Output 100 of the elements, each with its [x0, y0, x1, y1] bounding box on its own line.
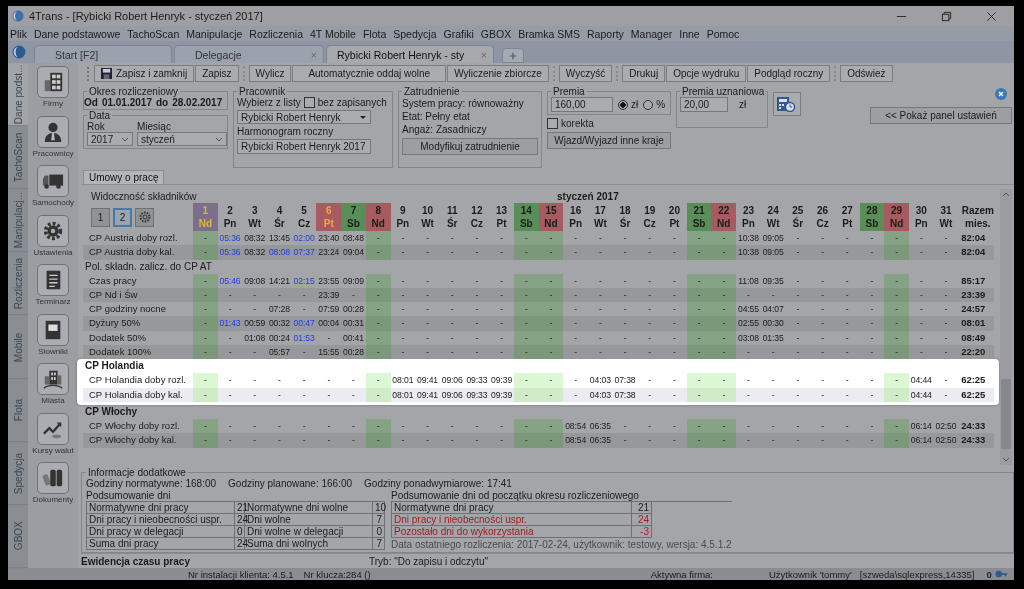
chevron-down-icon[interactable] — [1002, 457, 1010, 462]
sidebar-button[interactable]: Samochody — [29, 165, 77, 215]
field-label: Harmonogram roczny — [237, 126, 335, 137]
table-cell: 09:04 — [341, 245, 366, 260]
employee-dropdown[interactable]: Rybicki Robert Henryk — [237, 110, 371, 124]
show-settings-button[interactable]: << Pokaż panel ustawień — [870, 107, 1012, 124]
table-cell: - — [193, 302, 218, 317]
year-dropdown[interactable]: 2017 — [87, 132, 133, 146]
table-cell: 24:33 — [958, 433, 995, 448]
menu-item[interactable]: 4T Mobile — [310, 27, 356, 40]
table-cell: Dni pracy w delegacji — [87, 526, 235, 538]
menu-item[interactable]: Manipulacje — [186, 27, 243, 40]
side-tab[interactable]: Dane podst... — [8, 63, 28, 127]
bonus-field[interactable]: 20,00 — [680, 97, 728, 112]
row-label: Czas pracy — [88, 273, 138, 288]
table-cell: - — [538, 273, 564, 288]
schedule-field[interactable]: Rybicki Robert Henryk 2017 — [237, 139, 371, 154]
other-countries-button[interactable]: Wjazd/Wyjazd inne kraje — [547, 132, 671, 149]
toolbar-button[interactable]: Wyczyść — [558, 65, 613, 82]
table-cell: - — [884, 418, 909, 434]
table-cell: - — [365, 345, 391, 360]
toolbar-button[interactable]: Drukuj — [622, 65, 666, 82]
day-header: 9 Pn — [395, 204, 411, 231]
hours-summary: Godziny normatywne: 168:00 — [86, 478, 217, 489]
menu-item[interactable]: Flota — [362, 27, 387, 40]
close-icon[interactable] — [986, 10, 997, 22]
restore-icon[interactable] — [941, 10, 952, 22]
menu-item[interactable]: Pomoc — [706, 27, 740, 40]
table-cell: - — [785, 245, 811, 260]
content-tab[interactable]: Umowy o pracę — [83, 170, 165, 184]
close-icon[interactable] — [995, 88, 1007, 100]
table-cell: - — [810, 316, 835, 331]
menu-item[interactable]: Rozliczenia — [249, 27, 303, 40]
calculator-button[interactable] — [773, 92, 801, 116]
table-cell: - — [316, 433, 342, 448]
table-cell: - — [686, 316, 712, 331]
sidebar-button[interactable]: Słowniki — [29, 313, 77, 363]
menu-item[interactable]: Dane podstawowe — [33, 27, 121, 40]
day-header: 6 Pt — [316, 203, 342, 231]
toolbar-button[interactable]: Opcje wydruku — [666, 65, 747, 82]
toolbar-button[interactable]: Odśwież — [840, 65, 893, 82]
table-cell: - — [834, 345, 860, 360]
checkbox[interactable] — [547, 118, 558, 129]
checkbox[interactable] — [303, 97, 315, 108]
sidebar-button[interactable]: Terminarz — [29, 264, 77, 314]
group-title: Premia — [552, 86, 586, 97]
table-cell: - — [513, 433, 539, 448]
menu-item[interactable]: Manager — [630, 27, 673, 40]
row-label: CP Włochy doby rozl. — [88, 418, 181, 433]
sidebar-button[interactable]: Ustawienia — [29, 214, 77, 264]
status-text: Nr klucza:284 () — [303, 568, 371, 580]
table-cell: - — [267, 433, 292, 448]
document-tab[interactable]: Rybicki Robert Henryk - sty × — [326, 45, 494, 63]
table-cell: - — [193, 373, 218, 388]
settings-button[interactable] — [135, 207, 154, 227]
table-cell: - — [810, 245, 835, 260]
toolbar-button[interactable]: Zapisz — [195, 65, 239, 82]
table-cell: - — [908, 245, 934, 260]
menu-item[interactable]: GBOX — [480, 27, 512, 40]
toolbar-button[interactable]: Wylicz — [248, 65, 292, 82]
chevron-up-icon[interactable] — [1002, 192, 1010, 197]
visibility-button[interactable]: 2 — [113, 207, 132, 227]
toolbar-button[interactable]: Podgląd roczny — [747, 65, 831, 82]
sidebar-button[interactable]: Pracownicy — [29, 115, 77, 165]
scrollbar[interactable] — [1000, 189, 1012, 465]
bonus-field[interactable]: 160,00 — [551, 97, 613, 112]
sidebar-button[interactable]: Kursy walut — [29, 412, 77, 462]
table-cell: - — [662, 316, 687, 331]
month-dropdown[interactable]: styczeń — [137, 132, 227, 146]
table-cell: - — [686, 433, 712, 448]
radio-button[interactable] — [618, 99, 628, 110]
sidebar-button[interactable]: Dokumenty — [29, 462, 77, 512]
day-header: 22 Nd — [711, 203, 737, 231]
toolbar-button[interactable]: Automatycznie oddaj wolne — [292, 65, 447, 82]
app-logo-icon — [12, 45, 26, 59]
sidebar-button[interactable]: Firmy — [29, 66, 77, 116]
radio-button[interactable] — [643, 99, 654, 110]
table-cell: 22:20 — [958, 345, 995, 360]
toolbar-button[interactable]: Zapisz i zamknij — [94, 65, 195, 82]
menu-item[interactable]: Bramka SMS — [518, 27, 581, 40]
day-header: 4 Śr — [273, 204, 286, 231]
period-to: 28.02.2017 — [172, 97, 223, 108]
menu-item[interactable]: Plik — [10, 27, 27, 40]
table-cell: - — [415, 245, 440, 260]
menu-item[interactable]: Raporty — [587, 27, 624, 40]
table-cell: - — [193, 418, 218, 434]
modify-employment-button[interactable]: Modyfikuj zatrudnienie — [402, 138, 538, 155]
toolbar-button[interactable]: Wyliczenie zbiorcze — [447, 65, 549, 82]
visibility-button[interactable]: 1 — [91, 207, 110, 227]
scroll-thumb[interactable] — [1001, 379, 1011, 449]
menu-item[interactable]: Spedycja — [393, 27, 437, 40]
table-cell: 23:24 — [316, 245, 342, 260]
document-tab[interactable]: Delegacje × — [174, 45, 324, 63]
menu-item[interactable]: TachoScan — [127, 27, 180, 40]
day-header: 25 Śr — [791, 204, 805, 231]
document-tab[interactable]: Start [F2] — [34, 45, 172, 63]
menu-item[interactable]: Grafiki — [443, 27, 474, 40]
sidebar-button[interactable]: Miasta — [29, 363, 77, 413]
menu-item[interactable]: Inne — [679, 27, 700, 40]
table-cell: 82:04 — [958, 245, 995, 260]
